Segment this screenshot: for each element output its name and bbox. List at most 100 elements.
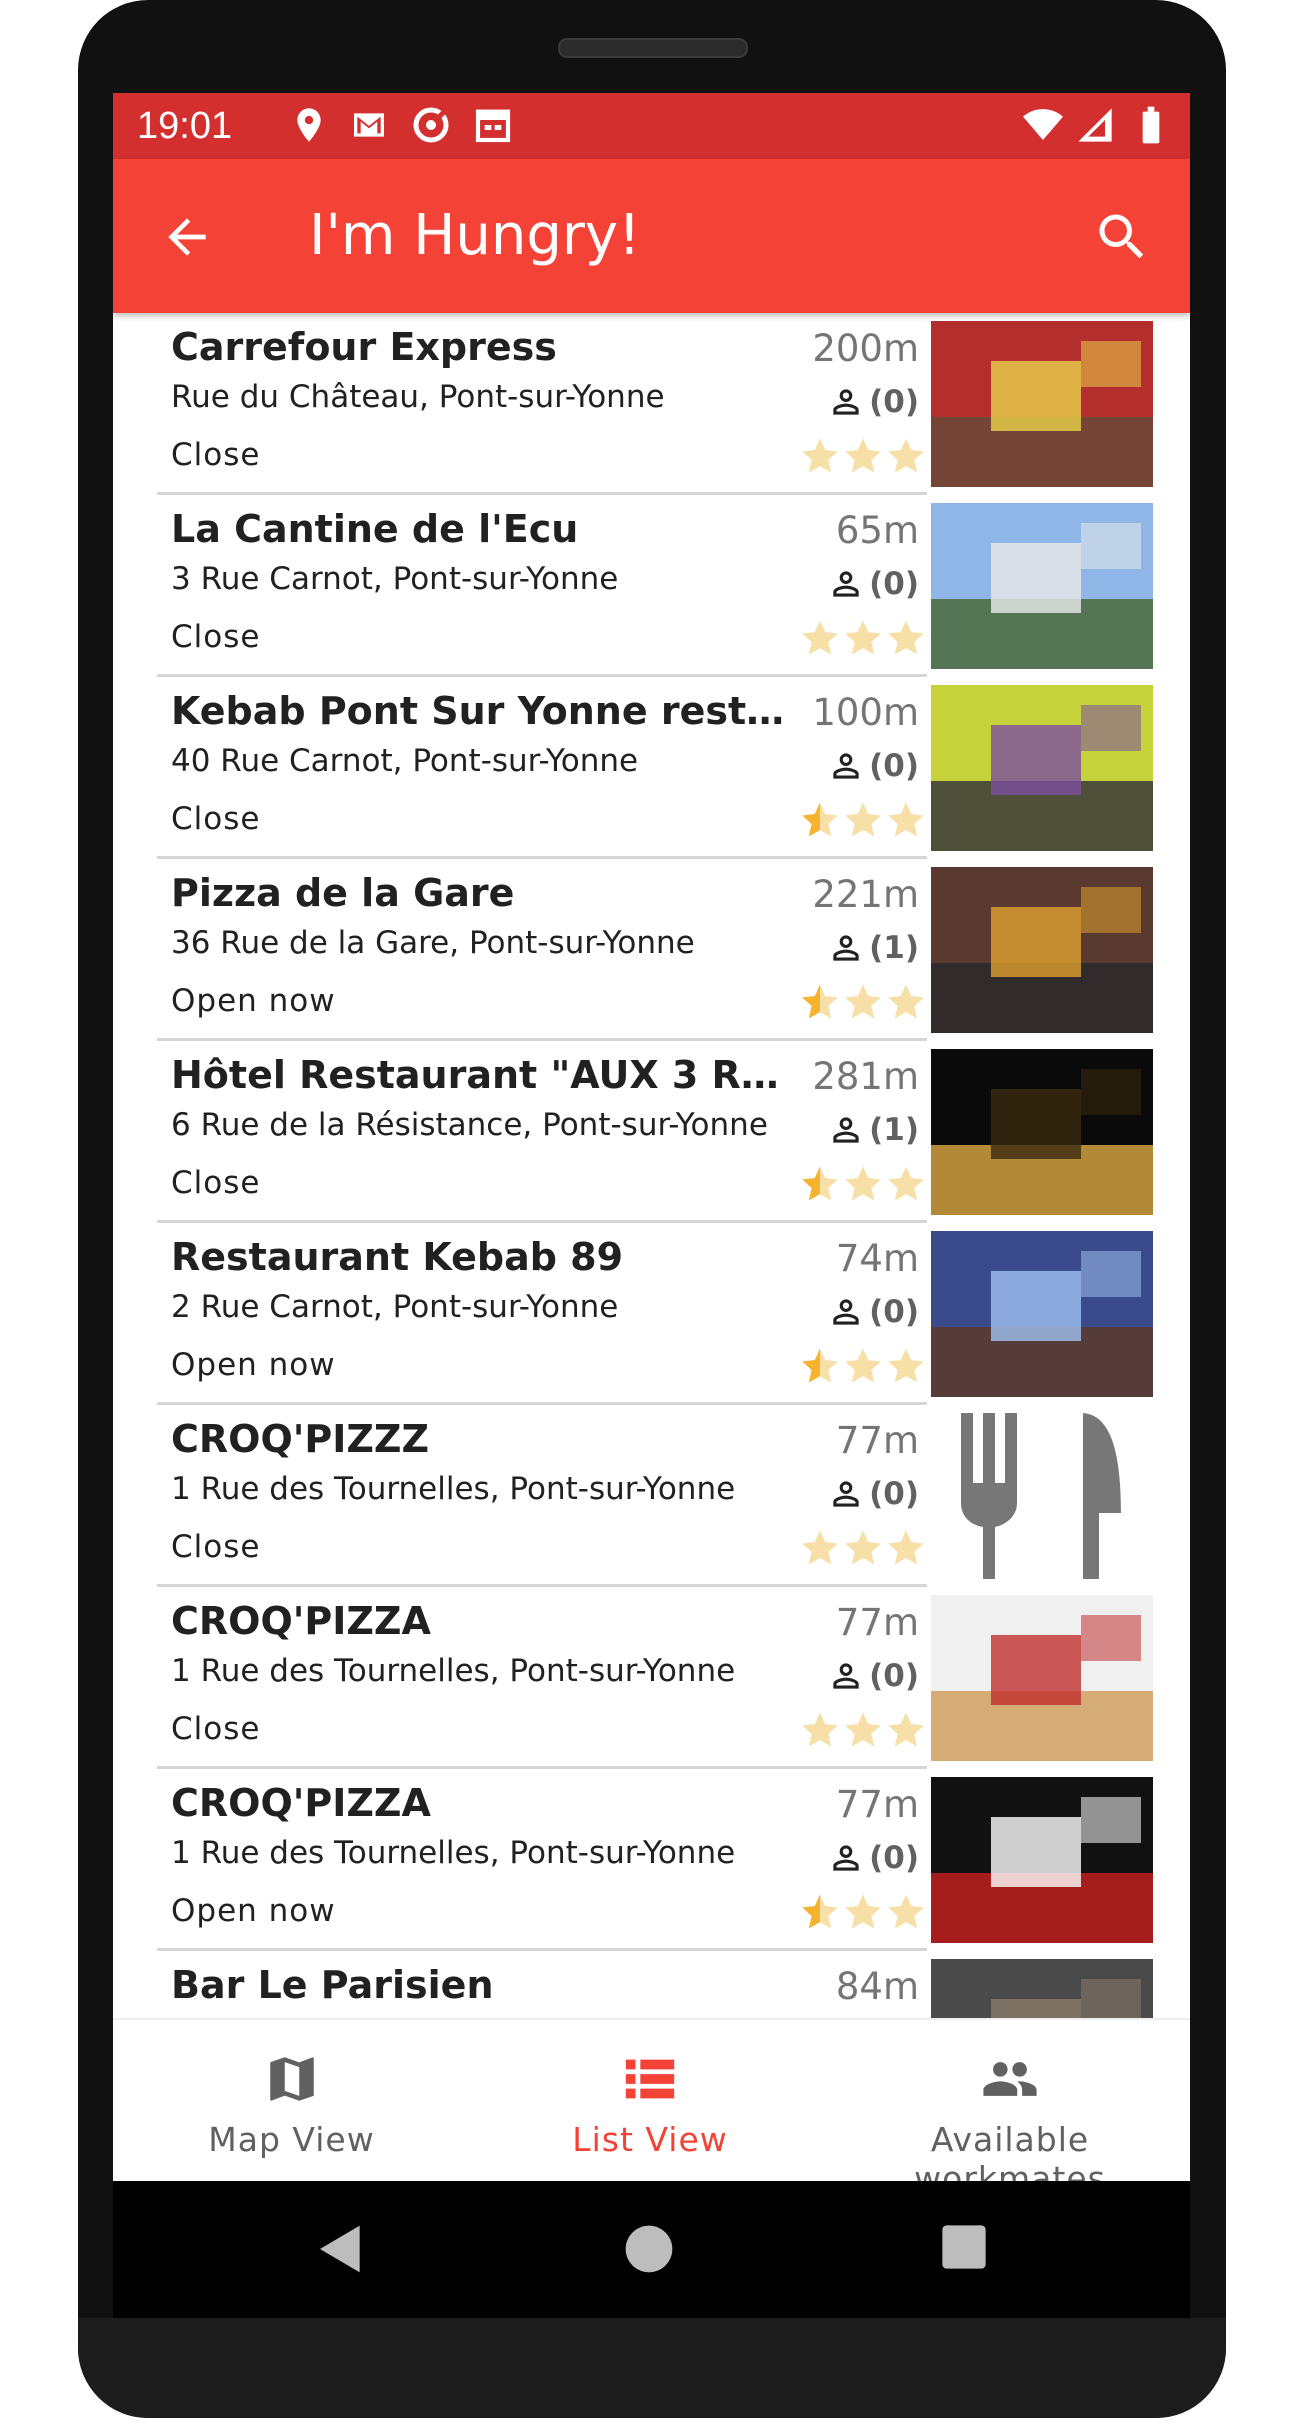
- workmates-count-value: (0): [869, 384, 919, 420]
- recents-square-icon[interactable]: [938, 2221, 990, 2273]
- map-icon: [270, 2057, 314, 2101]
- workmates-count: (0): [827, 1293, 919, 1331]
- star-icon: [888, 802, 924, 837]
- star-icon: [845, 1712, 881, 1747]
- restaurant-distance: 77m: [835, 1601, 919, 1644]
- workmates-count-value: (0): [869, 1294, 919, 1330]
- home-circle-icon[interactable]: [621, 2221, 677, 2277]
- restaurant-list-item[interactable]: CROQ'PIZZA 1 Rue des Tournelles, Pont-sur…: [157, 1587, 1153, 1769]
- gmail-icon: [354, 113, 384, 137]
- restaurant-photo: [931, 685, 1153, 851]
- person-outline-icon: [833, 1117, 859, 1143]
- person-outline-icon: [833, 1663, 859, 1689]
- restaurant-distance: 77m: [835, 1419, 919, 1462]
- restaurant-list-item[interactable]: Kebab Pont Sur Yonne restaurant … 40 Rue …: [157, 677, 1153, 859]
- star-icon: [845, 1530, 881, 1565]
- workmates-count-value: (0): [869, 1658, 919, 1694]
- restaurant-address: 3 Rue Carnot, Pont-sur-Yonne: [171, 561, 619, 597]
- workmates-count-value: (0): [869, 748, 919, 784]
- rating-stars: [798, 1163, 927, 1205]
- workmates-count: (0): [827, 747, 919, 785]
- workmates-count: (0): [827, 383, 919, 421]
- restaurant-list-item[interactable]: Hôtel Restaurant "AUX 3 ROIS" 6 Rue de la…: [157, 1041, 1153, 1223]
- bottom-navigation: Map View List View Available workmates: [113, 2018, 1190, 2181]
- tab-available-workmates[interactable]: Available workmates: [830, 2020, 1190, 2181]
- star-icon: [888, 984, 924, 1019]
- tab-label-list-view: List View: [572, 2120, 728, 2159]
- person-outline-icon: [833, 753, 859, 779]
- workmates-count-value: (0): [869, 1476, 919, 1512]
- restaurant-list-item[interactable]: CROQ'PIZZZ 1 Rue des Tournelles, Pont-sur…: [157, 1405, 1153, 1587]
- restaurant-list-item[interactable]: Restaurant Kebab 89 2 Rue Carnot, Pont-su…: [157, 1223, 1153, 1405]
- tab-label-available-workmates: Available workmates: [914, 2120, 1106, 2181]
- restaurant-list-item[interactable]: Carrefour Express Rue du Château, Pont-su…: [157, 313, 1153, 495]
- restaurant-list-item[interactable]: La Cantine de l'Ecu 3 Rue Carnot, Pont-su…: [157, 495, 1153, 677]
- star-icon: [888, 1348, 924, 1383]
- restaurant-photo: [931, 1595, 1153, 1761]
- status-bar: 19:01: [113, 93, 1190, 159]
- star-icon: [802, 1894, 838, 1929]
- tab-list-view[interactable]: List View: [470, 2020, 830, 2181]
- workmates-count-value: (0): [869, 566, 919, 602]
- restaurant-list-item[interactable]: Bar Le Parisien 84m: [157, 1951, 1153, 2021]
- restaurant-list-item[interactable]: Pizza de la Gare 36 Rue de la Gare, Pont-…: [157, 859, 1153, 1041]
- person-outline-icon: [833, 1481, 859, 1507]
- restaurant-distance: 77m: [835, 1783, 919, 1826]
- person-outline-icon: [833, 389, 859, 415]
- restaurant-name: Carrefour Express: [171, 325, 557, 369]
- workmates-count-value: (0): [869, 1840, 919, 1876]
- restaurant-distance: 221m: [812, 873, 919, 916]
- star-icon: [802, 1348, 838, 1383]
- search-icon[interactable]: [1092, 207, 1152, 267]
- restaurant-address: 36 Rue de la Gare, Pont-sur-Yonne: [171, 925, 695, 961]
- star-icon: [845, 984, 881, 1019]
- restaurant-distance: 65m: [835, 509, 919, 552]
- list-icon: [625, 2059, 675, 2099]
- photo-thumbnail: [931, 867, 1153, 1033]
- star-icon: [888, 1530, 924, 1565]
- back-arrow-icon[interactable]: [159, 209, 215, 265]
- restaurant-list[interactable]: Carrefour Express Rue du Château, Pont-su…: [113, 313, 1190, 2021]
- star-icon: [802, 1530, 838, 1565]
- restaurant-name: Kebab Pont Sur Yonne restaurant …: [171, 689, 801, 733]
- phone-speaker: [558, 38, 748, 58]
- rating-stars: [798, 1345, 927, 1387]
- photo-thumbnail: [931, 1595, 1153, 1761]
- restaurant-name: Bar Le Parisien: [171, 1963, 494, 2007]
- photo-thumbnail: [931, 321, 1153, 487]
- battery-icon: [1142, 106, 1160, 144]
- sync-icon: [413, 107, 449, 143]
- restaurant-name: Hôtel Restaurant "AUX 3 ROIS": [171, 1053, 801, 1097]
- restaurant-distance: 100m: [812, 691, 919, 734]
- restaurant-opening-status: Open now: [171, 983, 336, 1019]
- restaurant-name: CROQ'PIZZA: [171, 1599, 431, 1643]
- restaurant-address: 2 Rue Carnot, Pont-sur-Yonne: [171, 1289, 619, 1325]
- wifi-icon: [1023, 109, 1063, 140]
- restaurant-photo: [931, 867, 1153, 1033]
- restaurant-distance: 200m: [812, 327, 919, 370]
- restaurant-photo: [931, 1049, 1153, 1215]
- back-triangle-icon[interactable]: [313, 2221, 369, 2277]
- workmates-count: (0): [827, 565, 919, 603]
- star-icon: [802, 620, 838, 655]
- photo-thumbnail: [931, 503, 1153, 669]
- rating-stars: [798, 1709, 927, 1751]
- restaurant-opening-status: Open now: [171, 1347, 336, 1383]
- rating-stars: [798, 1891, 927, 1933]
- restaurant-address: 6 Rue de la Résistance, Pont-sur-Yonne: [171, 1107, 768, 1143]
- restaurant-name: La Cantine de l'Ecu: [171, 507, 579, 551]
- tab-map-view[interactable]: Map View: [113, 2020, 470, 2181]
- star-icon: [802, 802, 838, 837]
- restaurant-distance: 281m: [812, 1055, 919, 1098]
- calendar-icon: [475, 109, 511, 143]
- star-icon: [845, 1166, 881, 1201]
- person-outline-icon: [833, 1299, 859, 1325]
- rating-stars: [798, 435, 927, 477]
- restaurant-photo: [931, 1959, 1153, 2021]
- system-navigation-bar: [113, 2181, 1190, 2318]
- star-icon: [845, 438, 881, 473]
- page-title: I'm Hungry!: [309, 203, 641, 268]
- restaurant-name: CROQ'PIZZZ: [171, 1417, 430, 1461]
- restaurant-list-item[interactable]: CROQ'PIZZA 1 Rue des Tournelles, Pont-sur…: [157, 1769, 1153, 1951]
- workmates-count: (1): [827, 1111, 919, 1149]
